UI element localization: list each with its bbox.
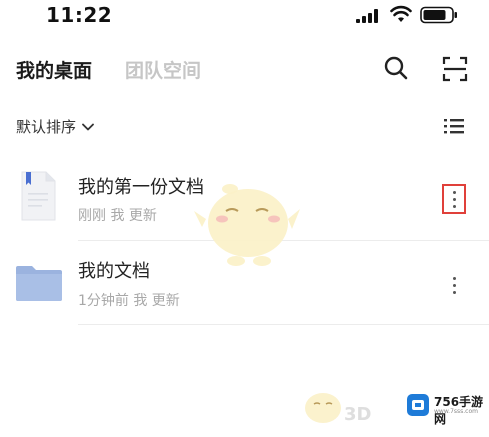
folder-icon (16, 266, 62, 301)
watermark-3d-text: 3D (344, 404, 372, 425)
status-time: 11:22 (46, 3, 113, 27)
more-vertical-icon-dot (452, 190, 456, 194)
brand-logo-icon (407, 394, 429, 416)
chevron-down-icon (82, 123, 94, 130)
list-view-icon (444, 119, 464, 134)
file-meta: 1分钟前 我 更新 (78, 293, 180, 309)
tab-team-space[interactable]: 团队空间 (125, 56, 201, 83)
more-vertical-icon-dot (452, 204, 456, 208)
file-title: 我的第一份文档 (78, 177, 204, 198)
file-meta: 刚刚 我 更新 (78, 208, 157, 224)
scan-button[interactable] (442, 56, 468, 82)
search-button[interactable] (383, 55, 409, 81)
more-options-button[interactable] (442, 270, 466, 300)
brand-url: www.7sss.com (434, 408, 478, 415)
file-title: 我的文档 (78, 261, 150, 282)
more-vertical-icon-dot (452, 290, 456, 294)
battery-icon (420, 6, 457, 24)
list-view-button[interactable] (443, 117, 465, 135)
document-icon (21, 171, 56, 221)
search-icon (384, 56, 408, 80)
more-vertical-icon-dot (452, 283, 456, 287)
tab-my-desktop[interactable]: 我的桌面 (16, 56, 92, 83)
scan-icon (442, 56, 468, 82)
sort-dropdown[interactable]: 默认排序 (16, 116, 94, 137)
row-divider (78, 324, 489, 325)
signal-icon (356, 9, 378, 23)
more-vertical-icon-dot (452, 276, 456, 280)
sort-label: 默认排序 (16, 118, 77, 136)
more-vertical-icon-dot (452, 197, 456, 201)
mascot-watermark-small (305, 393, 341, 423)
more-options-button[interactable] (442, 184, 466, 214)
mascot-watermark (194, 184, 300, 266)
wifi-icon (390, 5, 412, 22)
